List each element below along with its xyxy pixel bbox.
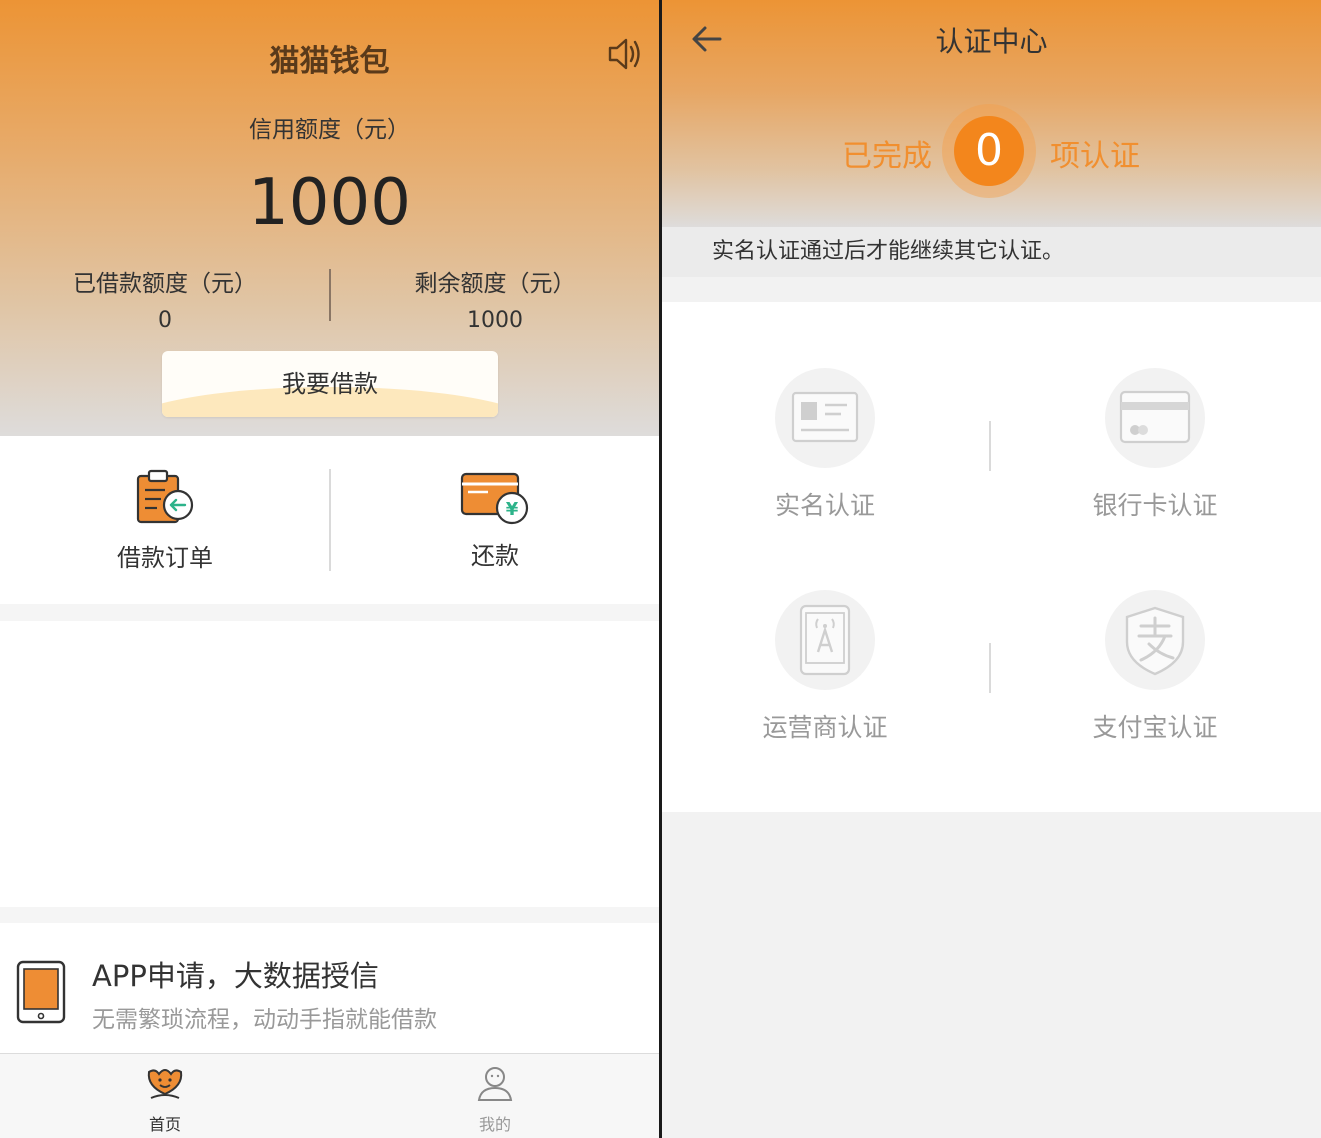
tab-home-label: 首页	[148, 1115, 181, 1134]
auth-item-bankcard[interactable]: 银行卡认证	[992, 368, 1321, 568]
auth-notice: 实名认证通过后才能继续其它认证。	[662, 227, 1321, 277]
credit-limit-label: 信用额度（元）	[249, 117, 410, 143]
alipay-shield-icon	[1125, 606, 1185, 676]
borrowed-label: 已借款额度（元）	[73, 271, 257, 297]
remaining-label: 剩余额度（元）	[414, 271, 576, 297]
auth-options: 实名认证 银行卡认证 运营商认证 支付宝认证	[662, 302, 1321, 812]
svg-text:¥: ¥	[506, 499, 519, 520]
app-title: 猫猫钱包	[269, 44, 390, 79]
repay-card-icon: ¥	[460, 472, 529, 525]
borrowed-value: 0	[158, 308, 172, 333]
tab-home[interactable]: 首页	[0, 1054, 330, 1138]
remaining-value: 1000	[467, 308, 523, 333]
borrowed-amount: 已借款额度（元） 0	[0, 264, 330, 333]
credit-limit-value: 1000	[248, 166, 411, 240]
borrow-button-label: 我要借款	[282, 370, 378, 398]
tab-mine[interactable]: 我的	[330, 1054, 659, 1138]
loan-orders-button[interactable]: 借款订单	[0, 436, 330, 604]
home-flower-icon	[147, 1069, 183, 1099]
loan-order-icon	[136, 469, 194, 524]
content-area	[0, 621, 659, 907]
repay-label: 还款	[471, 542, 519, 570]
repay-button[interactable]: ¥ 还款	[330, 436, 659, 604]
auth-item-bankcard-label: 银行卡认证	[1092, 491, 1218, 520]
bottom-tabbar: 首页 我的	[0, 1053, 659, 1138]
auth-item-alipay[interactable]: 支付宝认证	[992, 590, 1321, 790]
carrier-phone-icon	[799, 604, 851, 676]
auth-header: 认证中心 已完成 0 项认证	[662, 0, 1321, 227]
quick-actions: 借款订单 ¥ 还款	[0, 436, 659, 604]
completed-count: 0	[954, 116, 1024, 186]
auth-item-carrier[interactable]: 运营商认证	[662, 590, 992, 790]
borrow-button[interactable]: 我要借款	[162, 351, 498, 417]
remaining-amount: 剩余额度（元） 1000	[330, 264, 659, 333]
loan-orders-label: 借款订单	[117, 544, 213, 572]
id-card-icon	[791, 391, 859, 443]
auth-divider	[989, 421, 991, 471]
auth-item-carrier-label: 运营商认证	[762, 713, 888, 742]
page-title: 认证中心	[935, 25, 1048, 58]
auth-center-screen: 认证中心 已完成 0 项认证 实名认证通过后才能继续其它认证。 实名认证 银行卡…	[662, 0, 1321, 1138]
tab-mine-label: 我的	[478, 1115, 511, 1134]
auth-divider	[989, 643, 991, 693]
promo-title: APP申请，大数据授信	[92, 959, 379, 993]
auth-item-realname-label: 实名认证	[774, 491, 875, 520]
tablet-icon	[16, 960, 66, 1024]
home-screen: 猫猫钱包 信用额度（元） 1000 已借款额度（元） 0 剩余额度（元） 100…	[0, 0, 659, 1138]
home-header: 猫猫钱包 信用额度（元） 1000 已借款额度（元） 0 剩余额度（元） 100…	[0, 0, 659, 436]
auth-item-realname[interactable]: 实名认证	[662, 368, 992, 568]
promo-subtitle: 无需繁琐流程，动动手指就能借款	[92, 1007, 437, 1033]
completed-suffix: 项认证	[1050, 139, 1140, 174]
promo-banner[interactable]: APP申请，大数据授信 无需繁琐流程，动动手指就能借款	[0, 923, 659, 1053]
auth-item-alipay-label: 支付宝认证	[1092, 713, 1218, 742]
person-icon	[477, 1067, 513, 1101]
bank-card-icon	[1119, 390, 1191, 444]
completed-prefix: 已完成	[842, 139, 932, 174]
speaker-icon[interactable]	[606, 36, 644, 72]
